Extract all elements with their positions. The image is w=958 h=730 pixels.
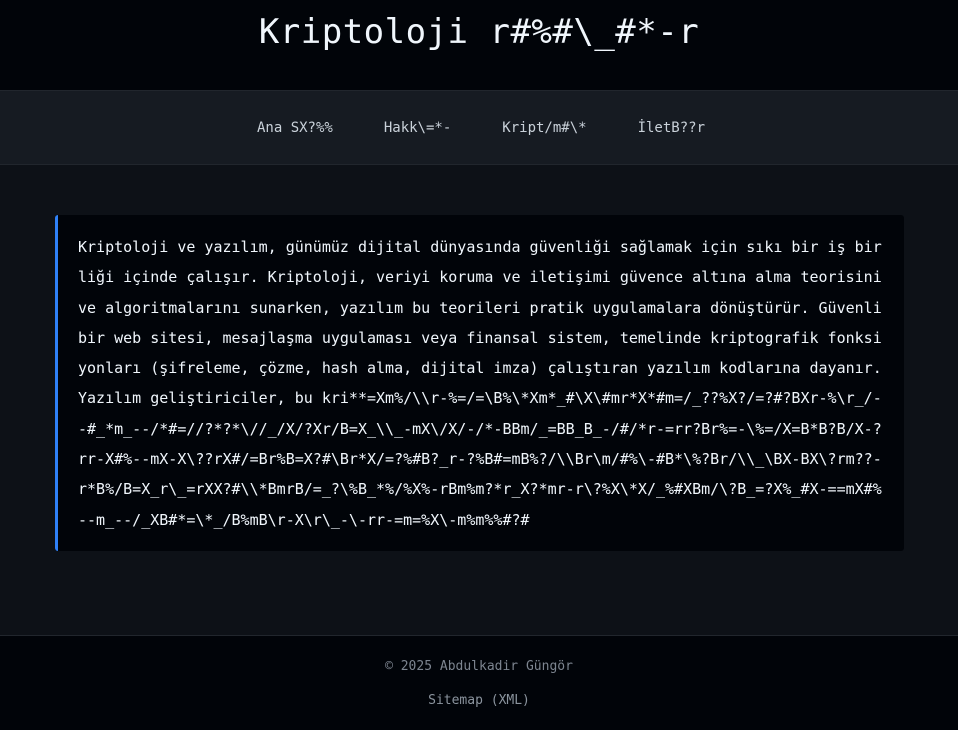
main-content: Kriptoloji ve yazılım, günümüz dijital d…: [0, 165, 958, 635]
site-footer: © 2025 Abdulkadir Güngör Sitemap (XML): [0, 635, 958, 730]
copyright-text: © 2025 Abdulkadir Güngör: [385, 659, 573, 674]
nav-link-home[interactable]: Ana SX?%%: [257, 120, 333, 136]
site-title: Kriptoloji r#%#\_#*-r: [258, 12, 700, 52]
main-nav: Ana SX?%% Hakk\=*- Kript/m#\* İletB??r: [0, 91, 958, 165]
article-card: Kriptoloji ve yazılım, günümüz dijital d…: [55, 215, 904, 551]
nav-link-crypto[interactable]: Kript/m#\*: [502, 120, 586, 136]
article-text: Kriptoloji ve yazılım, günümüz dijital d…: [78, 238, 882, 529]
nav-link-about[interactable]: Hakk\=*-: [384, 120, 451, 136]
nav-link-contact[interactable]: İletB??r: [638, 120, 705, 136]
sitemap-link[interactable]: Sitemap (XML): [428, 692, 530, 710]
site-header: Kriptoloji r#%#\_#*-r: [0, 0, 958, 91]
